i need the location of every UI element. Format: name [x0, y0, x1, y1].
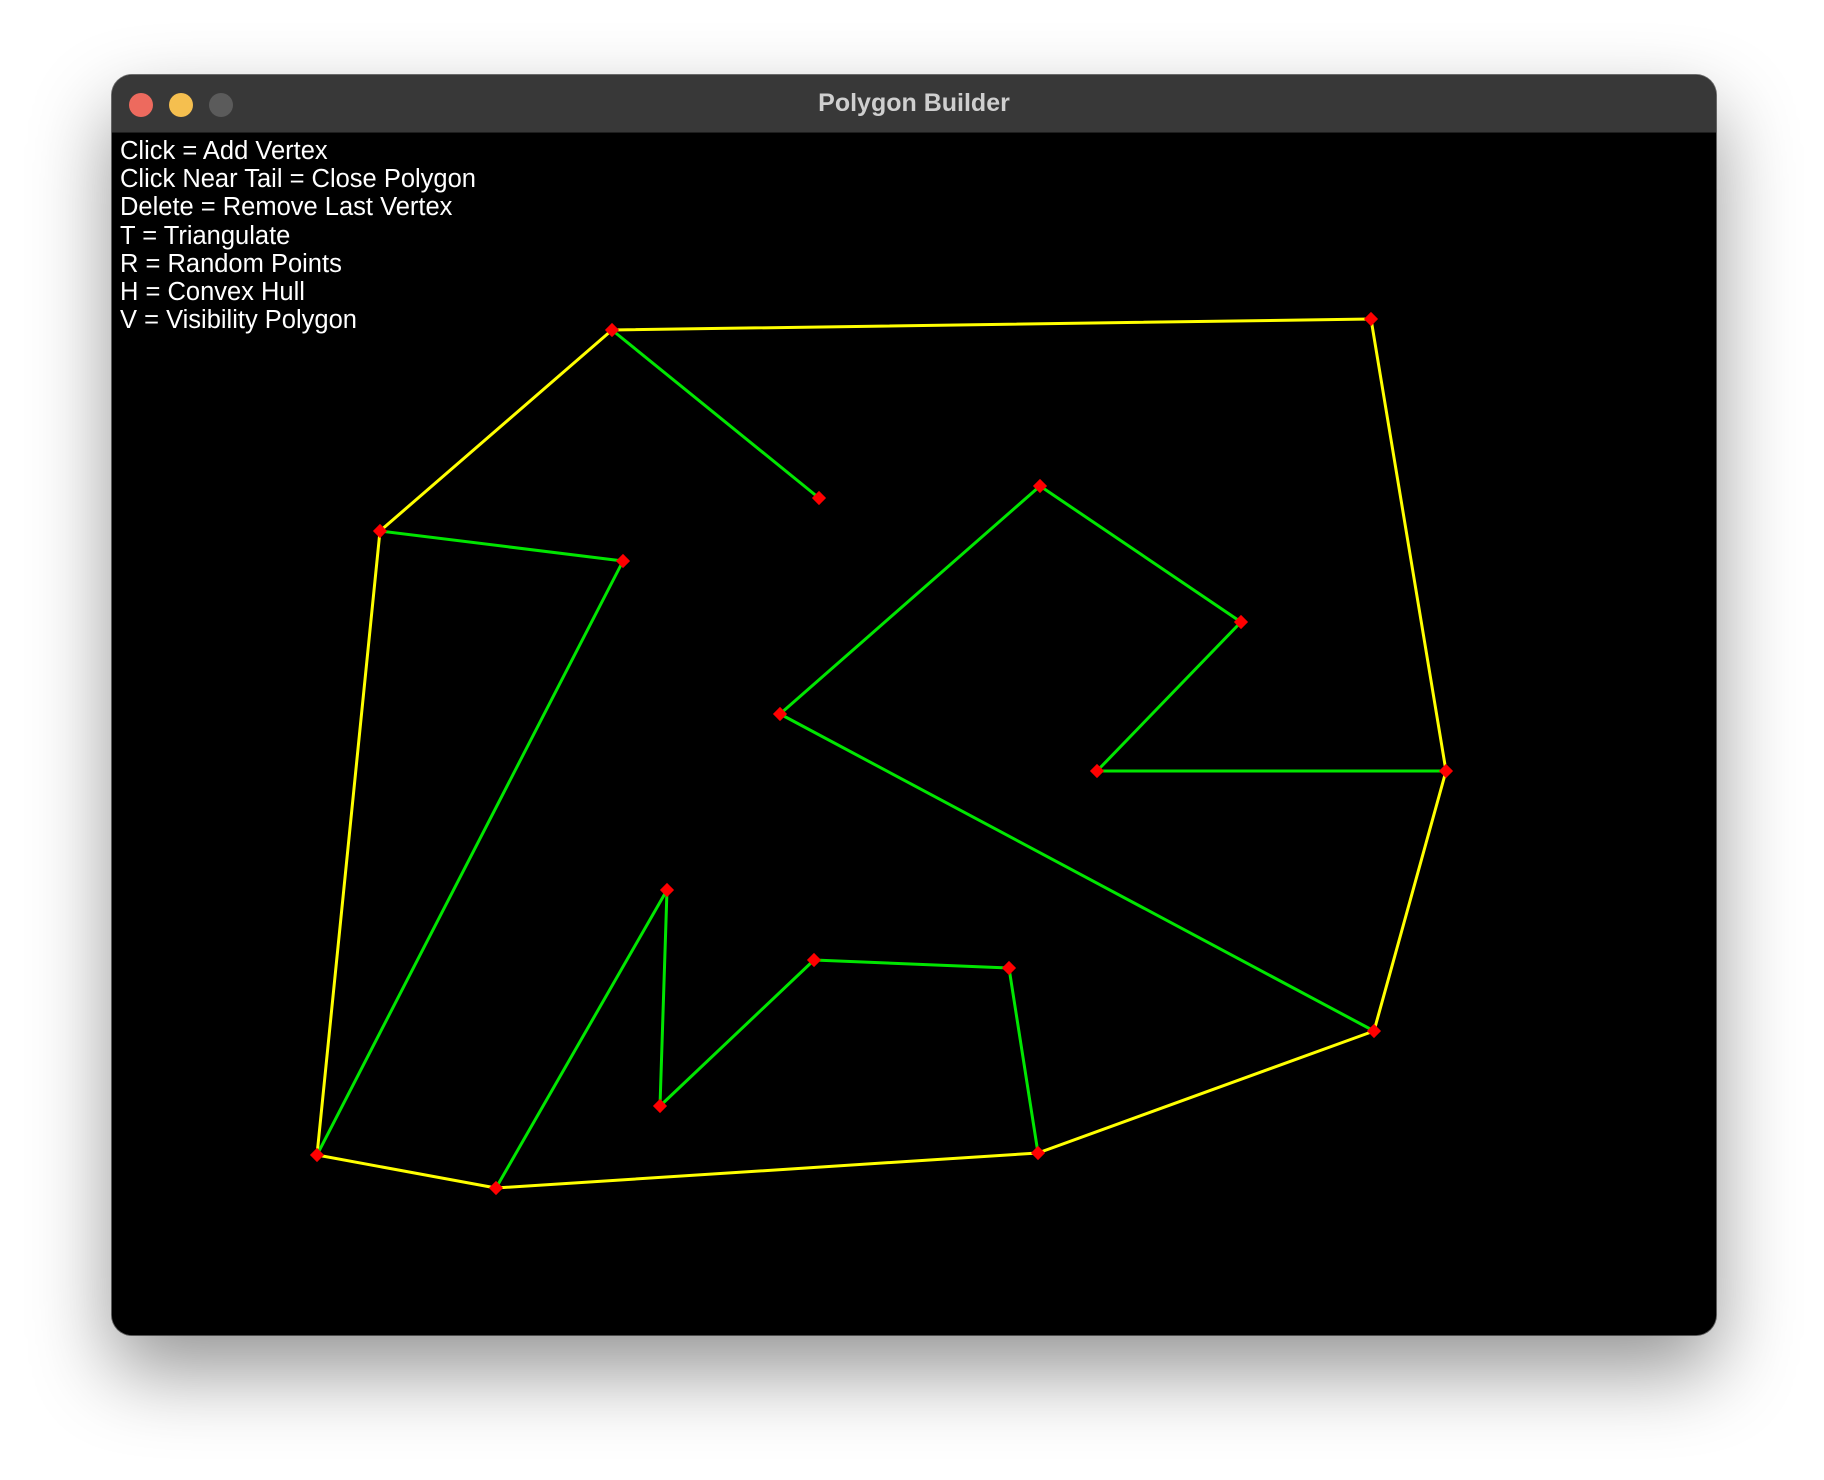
drawing-canvas[interactable]: Click = Add Vertex Click Near Tail = Clo… [112, 133, 1716, 1335]
close-window-button[interactable] [129, 93, 153, 117]
hull-edge [1036, 1029, 1376, 1155]
polygon-edge [778, 712, 1376, 1033]
vertex-marker[interactable] [1366, 1023, 1382, 1039]
minimize-window-button[interactable] [169, 93, 193, 117]
polygon-edge [778, 484, 1042, 716]
hull-edge [1369, 317, 1448, 773]
vertex-marker[interactable] [1438, 763, 1454, 779]
title-bar[interactable]: Polygon Builder [112, 75, 1716, 133]
polygon-edge [1095, 620, 1243, 773]
polygon-edge [494, 888, 669, 1190]
polygon-edge [658, 888, 669, 1108]
vertex-marker[interactable] [1030, 1145, 1046, 1161]
hull-edge [315, 1153, 498, 1190]
hull-edge [378, 328, 614, 533]
polygon-edge [1007, 966, 1040, 1155]
polygon-edge [378, 529, 625, 563]
vertex-marker[interactable] [309, 1147, 325, 1163]
zoom-window-button[interactable] [209, 93, 233, 117]
vertex-marker[interactable] [488, 1180, 504, 1196]
hull-edge [1372, 769, 1448, 1033]
app-window: Polygon Builder Click = Add Vertex Click… [112, 75, 1716, 1335]
polygon-edges [315, 328, 1448, 1190]
vertex-marker[interactable] [659, 882, 675, 898]
hull-edge [610, 317, 1373, 332]
vertex-marker[interactable] [1001, 960, 1017, 976]
polygon-edge [610, 328, 821, 500]
window-title: Polygon Builder [818, 89, 1010, 117]
polygon-edge [812, 958, 1011, 970]
hull-edge [494, 1151, 1040, 1190]
polygon-edge [1038, 484, 1243, 624]
polygon-edge [658, 958, 816, 1108]
vertex-marker[interactable] [615, 553, 631, 569]
polygon-edge [315, 559, 625, 1157]
vertex-marker[interactable] [1363, 311, 1379, 327]
hull-edge [315, 529, 382, 1157]
convex-hull-edges [315, 317, 1448, 1190]
polygon-drawing[interactable] [112, 133, 1716, 1335]
